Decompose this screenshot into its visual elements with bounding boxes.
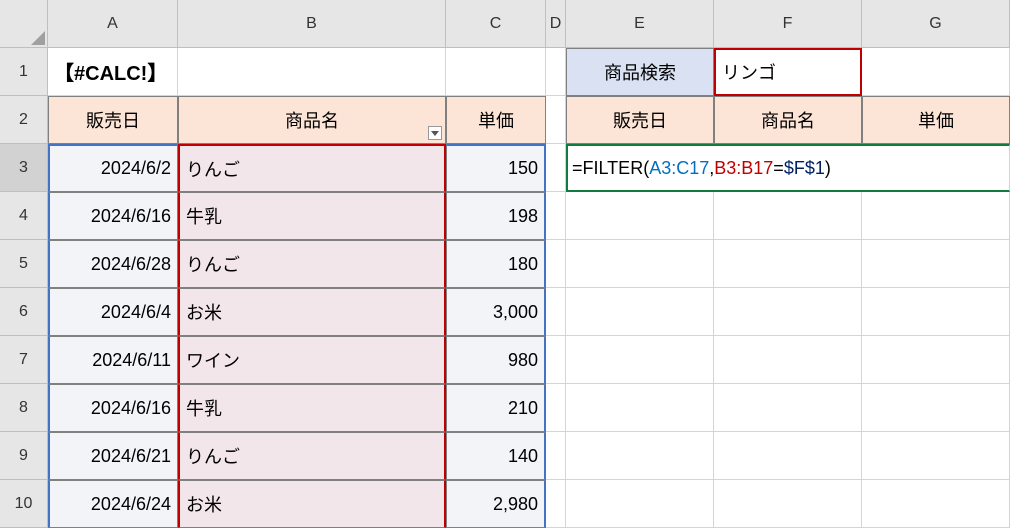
cell-b7[interactable]: ワイン <box>178 336 446 384</box>
row-header-5[interactable]: 5 <box>0 240 48 288</box>
cell-e2-hdr-date[interactable]: 販売日 <box>566 96 714 144</box>
cell-g8[interactable] <box>862 384 1010 432</box>
cell-g4[interactable] <box>862 192 1010 240</box>
cell-b4[interactable]: 牛乳 <box>178 192 446 240</box>
cell-d2[interactable] <box>546 96 566 144</box>
cell-f7[interactable] <box>714 336 862 384</box>
cell-f4[interactable] <box>714 192 862 240</box>
cell-g9[interactable] <box>862 432 1010 480</box>
cell-b9[interactable]: りんご <box>178 432 446 480</box>
cell-g1[interactable] <box>862 48 1010 96</box>
cell-f2-hdr-product[interactable]: 商品名 <box>714 96 862 144</box>
cell-f5[interactable] <box>714 240 862 288</box>
cell-e5[interactable] <box>566 240 714 288</box>
cell-a1-title[interactable]: 【#CALC!】 <box>48 48 178 96</box>
row-header-3[interactable]: 3 <box>0 144 48 192</box>
cell-d3[interactable] <box>546 144 566 192</box>
cell-d5[interactable] <box>546 240 566 288</box>
cell-a5[interactable]: 2024/6/28 <box>48 240 178 288</box>
cell-b5[interactable]: りんご <box>178 240 446 288</box>
row-header-9[interactable]: 9 <box>0 432 48 480</box>
cell-c3[interactable]: 150 <box>446 144 546 192</box>
row-header-6[interactable]: 6 <box>0 288 48 336</box>
row-header-8[interactable]: 8 <box>0 384 48 432</box>
row-header-4[interactable]: 4 <box>0 192 48 240</box>
cell-e1-search-label[interactable]: 商品検索 <box>566 48 714 96</box>
col-header-g[interactable]: G <box>862 0 1010 48</box>
cell-c1[interactable] <box>446 48 546 96</box>
cell-a9[interactable]: 2024/6/21 <box>48 432 178 480</box>
formula-display: =FILTER(A3:C17,B3:B17=$F$1) <box>572 158 831 179</box>
spreadsheet-grid[interactable]: A B C D E F G 1 【#CALC!】 商品検索 リンゴ 2 販売日 … <box>0 0 1024 528</box>
cell-f6[interactable] <box>714 288 862 336</box>
cell-d6[interactable] <box>546 288 566 336</box>
col-header-e[interactable]: E <box>566 0 714 48</box>
col-header-a[interactable]: A <box>48 0 178 48</box>
cell-a3[interactable]: 2024/6/2 <box>48 144 178 192</box>
cell-b1[interactable] <box>178 48 446 96</box>
cell-d9[interactable] <box>546 432 566 480</box>
filter-dropdown-icon[interactable] <box>428 126 442 140</box>
cell-e4[interactable] <box>566 192 714 240</box>
col-header-c[interactable]: C <box>446 0 546 48</box>
row-header-1[interactable]: 1 <box>0 48 48 96</box>
cell-c6[interactable]: 3,000 <box>446 288 546 336</box>
cell-e3-formula[interactable]: =FILTER(A3:C17,B3:B17=$F$1) <box>566 144 1010 192</box>
cell-b8[interactable]: 牛乳 <box>178 384 446 432</box>
cell-a2-hdr-date[interactable]: 販売日 <box>48 96 178 144</box>
select-all-corner[interactable] <box>0 0 48 48</box>
cell-a4[interactable]: 2024/6/16 <box>48 192 178 240</box>
cell-e7[interactable] <box>566 336 714 384</box>
cell-b2-hdr-product[interactable]: 商品名 <box>178 96 446 144</box>
hdr-product-label: 商品名 <box>285 107 339 133</box>
cell-c8[interactable]: 210 <box>446 384 546 432</box>
cell-a8[interactable]: 2024/6/16 <box>48 384 178 432</box>
cell-d8[interactable] <box>546 384 566 432</box>
cell-c9[interactable]: 140 <box>446 432 546 480</box>
cell-c7[interactable]: 980 <box>446 336 546 384</box>
cell-d7[interactable] <box>546 336 566 384</box>
cell-d4[interactable] <box>546 192 566 240</box>
cell-b6[interactable]: お米 <box>178 288 446 336</box>
cell-e9[interactable] <box>566 432 714 480</box>
cell-g6[interactable] <box>862 288 1010 336</box>
row-header-2[interactable]: 2 <box>0 96 48 144</box>
col-header-b[interactable]: B <box>178 0 446 48</box>
cell-a6[interactable]: 2024/6/4 <box>48 288 178 336</box>
cell-e6[interactable] <box>566 288 714 336</box>
cell-f8[interactable] <box>714 384 862 432</box>
cell-a7[interactable]: 2024/6/11 <box>48 336 178 384</box>
cell-d1[interactable] <box>546 48 566 96</box>
cell-b3[interactable]: りんご <box>178 144 446 192</box>
col-header-d[interactable]: D <box>546 0 566 48</box>
cell-c4[interactable]: 198 <box>446 192 546 240</box>
row-header-7[interactable]: 7 <box>0 336 48 384</box>
cell-g7[interactable] <box>862 336 1010 384</box>
cell-e8[interactable] <box>566 384 714 432</box>
cell-c5[interactable]: 180 <box>446 240 546 288</box>
cell-g5[interactable] <box>862 240 1010 288</box>
cell-g2-hdr-price[interactable]: 単価 <box>862 96 1010 144</box>
col-header-f[interactable]: F <box>714 0 862 48</box>
cell-f1-search-value[interactable]: リンゴ <box>714 48 862 96</box>
cell-c2-hdr-price[interactable]: 単価 <box>446 96 546 144</box>
cell-f9[interactable] <box>714 432 862 480</box>
